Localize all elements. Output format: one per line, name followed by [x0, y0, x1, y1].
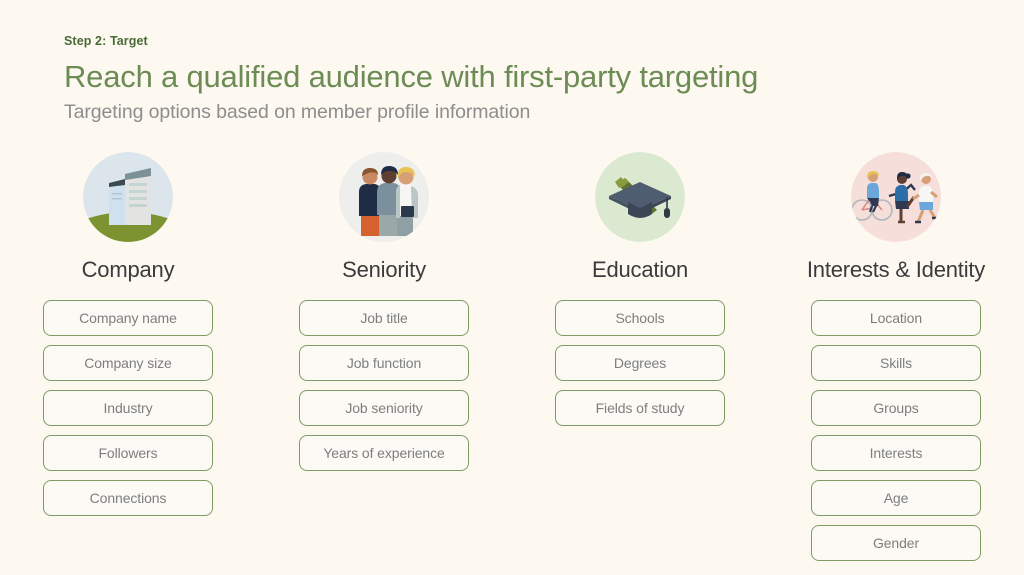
pill-option[interactable]: Job seniority	[299, 390, 469, 426]
targeting-columns: Company Company name Company size Indust…	[0, 152, 1024, 561]
column-title-company: Company	[82, 256, 175, 284]
pill-list-company: Company name Company size Industry Follo…	[43, 300, 213, 516]
pill-option[interactable]: Location	[811, 300, 981, 336]
page-subtitle: Targeting options based on member profil…	[64, 100, 964, 125]
pill-list-interests-identity: Location Skills Groups Interests Age Gen…	[811, 300, 981, 561]
pill-option[interactable]: Degrees	[555, 345, 725, 381]
graduation-cap-icon	[595, 152, 685, 242]
pill-option[interactable]: Industry	[43, 390, 213, 426]
pill-list-education: Schools Degrees Fields of study	[555, 300, 725, 426]
column-title-education: Education	[592, 256, 688, 284]
pill-option[interactable]: Years of experience	[299, 435, 469, 471]
column-interests-identity: Interests & Identity Location Skills Gro…	[768, 152, 1024, 561]
slide-header: Step 2: Target Reach a qualified audienc…	[64, 33, 964, 125]
column-seniority: Seniority Job title Job function Job sen…	[256, 152, 512, 561]
pill-option[interactable]: Job title	[299, 300, 469, 336]
active-lifestyle-icon	[851, 152, 941, 242]
pill-option[interactable]: Schools	[555, 300, 725, 336]
people-group-icon	[339, 152, 429, 242]
page-title: Reach a qualified audience with first-pa…	[64, 59, 964, 95]
pill-option[interactable]: Groups	[811, 390, 981, 426]
pill-option[interactable]: Skills	[811, 345, 981, 381]
pill-option[interactable]: Followers	[43, 435, 213, 471]
column-education: Education Schools Degrees Fields of stud…	[512, 152, 768, 561]
column-title-interests-identity: Interests & Identity	[807, 256, 985, 284]
pill-option[interactable]: Job function	[299, 345, 469, 381]
pill-option[interactable]: Company name	[43, 300, 213, 336]
pill-option[interactable]: Age	[811, 480, 981, 516]
pill-option[interactable]: Gender	[811, 525, 981, 561]
pill-list-seniority: Job title Job function Job seniority Yea…	[299, 300, 469, 471]
office-buildings-icon	[83, 152, 173, 242]
pill-option[interactable]: Fields of study	[555, 390, 725, 426]
pill-option[interactable]: Connections	[43, 480, 213, 516]
pill-option[interactable]: Company size	[43, 345, 213, 381]
column-title-seniority: Seniority	[342, 256, 426, 284]
column-company: Company Company name Company size Indust…	[0, 152, 256, 561]
step-eyebrow: Step 2: Target	[64, 33, 964, 49]
pill-option[interactable]: Interests	[811, 435, 981, 471]
